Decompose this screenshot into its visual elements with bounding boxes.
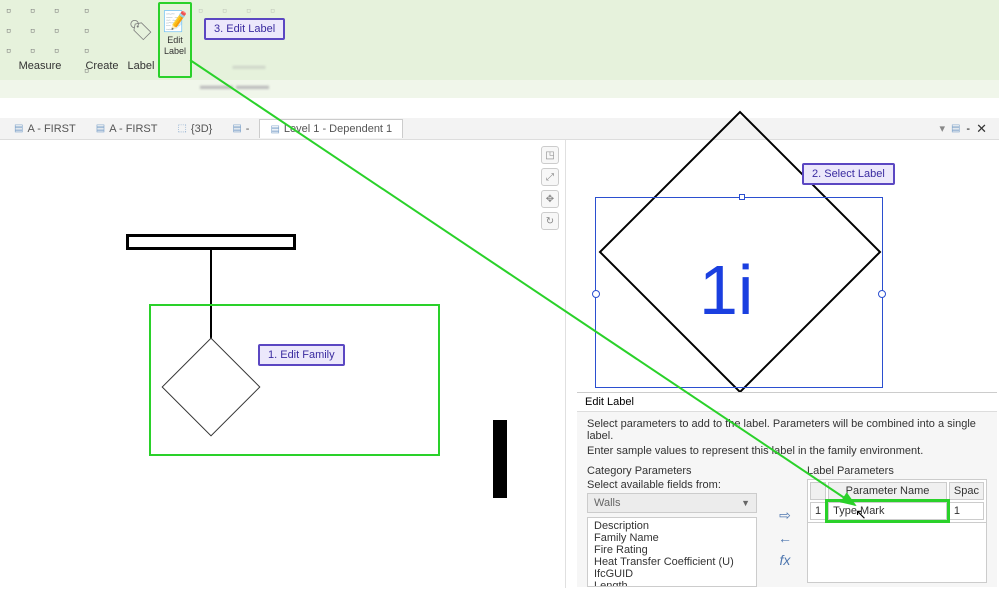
- cube-icon: ⬚: [177, 123, 186, 134]
- measure-tool-icon[interactable]: [50, 22, 72, 40]
- tab-3d[interactable]: ⬚{3D}: [167, 120, 222, 138]
- callout-2: 2. Select Label: [802, 163, 895, 185]
- edit-label-dialog: Edit Label Select parameters to add to t…: [577, 392, 997, 587]
- ribbon-group-edit-label: 📝 Edit Label: [158, 2, 192, 78]
- edit-label-caption-1: Edit: [167, 36, 183, 45]
- create-tool-icon[interactable]: [80, 22, 102, 40]
- fields-source-value: Walls: [594, 497, 620, 509]
- fields-source-dropdown[interactable]: Walls ▼: [587, 493, 757, 513]
- callout-3: 3. Edit Label: [204, 18, 285, 40]
- list-item[interactable]: Description: [592, 520, 752, 532]
- list-item[interactable]: Family Name: [592, 532, 752, 544]
- tab-family[interactable]: -: [966, 123, 970, 135]
- doc-icon: ▤: [951, 123, 960, 134]
- document-tab-bar: ▤A - FIRST ▤A - FIRST ⬚{3D} ▤- ▤Level 1 …: [0, 118, 999, 140]
- doc-icon: ▤: [14, 123, 23, 134]
- doc-icon: ▤: [96, 123, 105, 134]
- ribbon-caption: ▬▬▬: [233, 60, 266, 74]
- col-space[interactable]: Spac: [949, 482, 984, 500]
- measure-tool-icon[interactable]: [50, 42, 72, 60]
- nav-orbit-icon[interactable]: ↻: [541, 212, 559, 230]
- dialog-desc-2: Enter sample values to represent this la…: [587, 445, 987, 457]
- doc-icon: ▤: [232, 123, 241, 134]
- create-tool-icon[interactable]: [80, 62, 102, 80]
- callout-1: 1. Edit Family: [258, 344, 345, 366]
- list-item[interactable]: IfcGUID: [592, 568, 752, 580]
- table-empty-area: [807, 523, 987, 583]
- ribbon-group-measure: Measure: [2, 2, 78, 74]
- tab-dash[interactable]: ▤-: [222, 120, 259, 138]
- create-tool-icon[interactable]: [80, 42, 102, 60]
- add-param-icon[interactable]: ⇨: [779, 507, 791, 524]
- list-item[interactable]: Heat Transfer Coefficient (U): [592, 556, 752, 568]
- remove-param-icon[interactable]: ←: [778, 530, 792, 546]
- edit-label-caption-2: Label: [164, 47, 186, 56]
- ribbon-caption: Measure: [19, 60, 62, 74]
- measure-tool-icon[interactable]: [2, 22, 24, 40]
- table-row[interactable]: 1 Type Mark 1: [810, 502, 984, 520]
- doc-icon: ▤: [270, 124, 279, 135]
- tab-right-controls: ▾ ▤ - ✕: [939, 121, 995, 137]
- nav-zoom-icon[interactable]: ⤢: [541, 168, 559, 186]
- tab-a-first-2[interactable]: ▤A - FIRST: [86, 120, 168, 138]
- measure-tool-icon[interactable]: [26, 22, 48, 40]
- list-item[interactable]: Fire Rating: [592, 544, 752, 556]
- ribbon-caption: Label: [128, 60, 155, 74]
- available-fields-list[interactable]: Description Family Name Fire Rating Heat…: [587, 517, 757, 587]
- under-ribbon-strip: ▬▬▬ ▬▬▬: [0, 80, 999, 98]
- overflow-icon[interactable]: ▾: [939, 122, 945, 135]
- label-text[interactable]: 1i: [699, 250, 753, 330]
- blurred-text: ▬▬▬ ▬▬▬: [200, 80, 269, 92]
- ribbon: Measure Create 🏷 Label 📝 Edit Label ▬: [0, 0, 999, 80]
- cell-space[interactable]: 1: [949, 502, 984, 520]
- category-params-heading: Category Parameters: [587, 465, 763, 477]
- dialog-desc-1: Select parameters to add to the label. P…: [587, 418, 987, 442]
- col-param-name[interactable]: Parameter Name: [828, 482, 947, 500]
- measure-tool-icon[interactable]: [50, 2, 72, 20]
- wall-tag-head: [126, 234, 296, 250]
- chevron-down-icon: ▼: [741, 498, 750, 508]
- navigation-bar: ◳ ⤢ ✥ ↻: [541, 146, 559, 346]
- pencil-label-icon: 📝: [163, 9, 188, 34]
- transfer-buttons: ⇨ ← fx: [773, 507, 797, 587]
- cell-param-name[interactable]: Type Mark: [828, 502, 947, 520]
- close-icon[interactable]: ✕: [976, 121, 987, 137]
- ribbon-group-label: 🏷 Label: [126, 2, 156, 74]
- measure-tool-icon[interactable]: [26, 2, 48, 20]
- mouse-cursor-icon: ↖: [855, 506, 867, 523]
- wall-segment: [493, 420, 507, 498]
- col-index: [810, 482, 826, 500]
- tab-level1[interactable]: ▤Level 1 - Dependent 1: [259, 119, 403, 138]
- measure-tool-icon[interactable]: [26, 42, 48, 60]
- tab-a-first-1[interactable]: ▤A - FIRST: [4, 120, 86, 138]
- label-params-table: Parameter Name Spac 1 Type Mark 1: [807, 479, 987, 523]
- edit-label-button[interactable]: 📝 Edit Label: [160, 4, 190, 60]
- measure-tool-icon[interactable]: [2, 42, 24, 60]
- create-tool-icon[interactable]: [80, 2, 102, 20]
- nav-pan-icon[interactable]: ✥: [541, 190, 559, 208]
- fx-icon[interactable]: fx: [780, 552, 791, 568]
- fields-from-label: Select available fields from:: [587, 479, 763, 491]
- cell-index: 1: [810, 502, 826, 520]
- nav-wheel-icon[interactable]: ◳: [541, 146, 559, 164]
- ribbon-group-create: Create: [80, 2, 124, 74]
- label-params-heading: Label Parameters: [807, 465, 987, 477]
- tag-icon: 🏷: [128, 18, 153, 43]
- label-tool-button[interactable]: 🏷: [126, 2, 156, 58]
- list-item[interactable]: Length: [592, 580, 752, 587]
- dialog-title: Edit Label: [577, 393, 997, 412]
- measure-tool-icon[interactable]: [2, 2, 24, 20]
